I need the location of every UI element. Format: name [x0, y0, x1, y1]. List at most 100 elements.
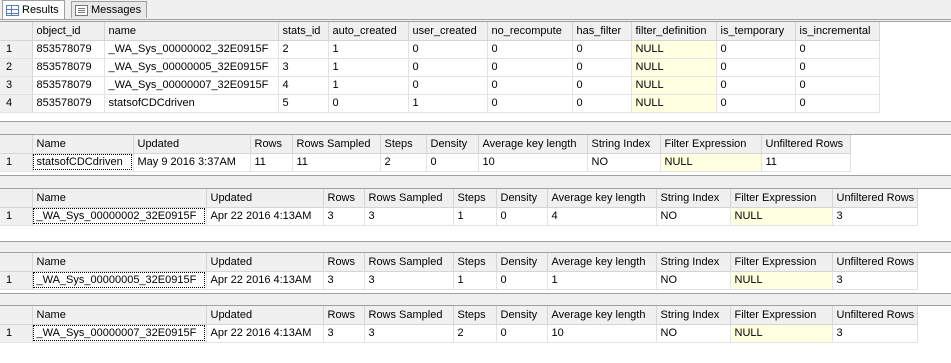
table-cell[interactable]: NULL [631, 76, 717, 95]
table-cell[interactable]: 4 [547, 207, 657, 226]
row-number[interactable]: 3 [0, 76, 33, 95]
table-cell[interactable]: 1 [453, 207, 497, 226]
column-header-string-index[interactable]: String Index [656, 306, 731, 325]
column-header-is-incremental[interactable]: is_incremental [795, 22, 880, 41]
table-cell[interactable]: NO [587, 153, 661, 172]
table-cell[interactable]: 0 [795, 58, 880, 77]
table-cell[interactable]: 0 [572, 76, 632, 95]
table-cell[interactable]: _WA_Sys_00000007_32E0915F [104, 76, 279, 95]
column-header-filter-definition[interactable]: filter_definition [631, 22, 717, 41]
tab-results[interactable]: Results [2, 0, 65, 19]
row-number-header[interactable] [0, 135, 33, 154]
column-header-density[interactable]: Density [496, 306, 548, 325]
table-cell[interactable]: NO [656, 271, 731, 290]
table-cell[interactable]: NULL [730, 271, 833, 290]
table-cell[interactable]: 0 [496, 324, 548, 343]
column-header-name[interactable]: Name [32, 253, 207, 272]
column-header-name[interactable]: name [104, 22, 279, 41]
row-number[interactable]: 1 [0, 153, 33, 172]
table-row[interactable]: 1 statsofCDCdriven May 9 2016 3:37AM 11 11 2 0… [0, 153, 851, 172]
column-header-filter-expression[interactable]: Filter Expression [660, 135, 762, 154]
table-cell[interactable]: 0 [716, 40, 796, 59]
row-number-header[interactable] [0, 253, 33, 272]
column-header-rows[interactable]: Rows [323, 189, 365, 208]
table-cell[interactable]: Apr 22 2016 4:13AM [206, 207, 324, 226]
column-header-rows-sampled[interactable]: Rows Sampled [364, 189, 454, 208]
table-cell[interactable]: 0 [487, 76, 573, 95]
table-cell[interactable]: 11 [292, 153, 381, 172]
column-header-steps[interactable]: Steps [380, 135, 427, 154]
table-cell[interactable]: 0 [487, 58, 573, 77]
column-header-steps[interactable]: Steps [453, 189, 497, 208]
table-cell[interactable]: _WA_Sys_00000005_32E0915F [32, 271, 207, 290]
row-number[interactable]: 1 [0, 40, 33, 59]
table-cell[interactable]: 0 [496, 271, 548, 290]
table-cell[interactable]: 853578079 [32, 94, 105, 113]
table-cell[interactable]: 0 [408, 40, 488, 59]
row-number-header[interactable] [0, 306, 33, 325]
column-header-updated[interactable]: Updated [206, 253, 324, 272]
table-cell[interactable]: Apr 22 2016 4:13AM [206, 271, 324, 290]
column-header-string-index[interactable]: String Index [587, 135, 661, 154]
column-header-steps[interactable]: Steps [453, 306, 497, 325]
table-cell[interactable]: 2 [278, 40, 329, 59]
table-cell[interactable]: Apr 22 2016 4:13AM [206, 324, 324, 343]
table-cell[interactable]: 3 [832, 207, 918, 226]
column-header-updated[interactable]: Updated [206, 306, 324, 325]
table-row[interactable]: 4 853578079 statsofCDCdriven 5 0 1 0 0 NULL 0 0 [0, 94, 880, 113]
table-cell[interactable]: 3 [364, 324, 454, 343]
table-cell[interactable]: _WA_Sys_00000007_32E0915F [32, 324, 207, 343]
table-row[interactable]: 2 853578079 _WA_Sys_00000005_32E0915F 3 1 0 0 0… [0, 58, 880, 77]
table-cell[interactable]: 3 [364, 207, 454, 226]
row-number[interactable]: 1 [0, 324, 33, 343]
table-cell[interactable]: 0 [572, 40, 632, 59]
table-cell[interactable]: May 9 2016 3:37AM [133, 153, 251, 172]
table-cell[interactable]: 3 [832, 271, 918, 290]
column-header-steps[interactable]: Steps [453, 253, 497, 272]
column-header-filter-expression[interactable]: Filter Expression [730, 189, 833, 208]
table-cell[interactable]: 0 [795, 76, 880, 95]
table-cell[interactable]: 0 [408, 76, 488, 95]
table-cell[interactable]: 853578079 [32, 58, 105, 77]
column-header-object-id[interactable]: object_id [32, 22, 105, 41]
table-cell[interactable]: 3 [832, 324, 918, 343]
table-row[interactable]: 3 853578079 _WA_Sys_00000007_32E0915F 4 1 0 0 0… [0, 76, 880, 95]
row-number[interactable]: 4 [0, 94, 33, 113]
table-cell[interactable]: 0 [496, 207, 548, 226]
column-header-no-recompute[interactable]: no_recompute [487, 22, 573, 41]
column-header-name[interactable]: Name [32, 306, 207, 325]
table-cell[interactable]: 11 [250, 153, 293, 172]
table-cell[interactable]: NULL [730, 324, 833, 343]
column-header-unfiltered-rows[interactable]: Unfiltered Rows [832, 253, 918, 272]
row-number[interactable]: 2 [0, 58, 33, 77]
table-cell[interactable]: 0 [716, 76, 796, 95]
table-cell[interactable]: 2 [380, 153, 427, 172]
table-cell[interactable]: 1 [328, 76, 409, 95]
table-cell[interactable]: 1 [328, 58, 409, 77]
table-row[interactable]: 1 _WA_Sys_00000007_32E0915F Apr 22 2016 4:… [0, 324, 918, 343]
table-cell[interactable]: NULL [631, 94, 717, 113]
table-cell[interactable]: 1 [453, 271, 497, 290]
column-header-rows-sampled[interactable]: Rows Sampled [364, 253, 454, 272]
table-cell[interactable]: 2 [453, 324, 497, 343]
column-header-stats-id[interactable]: stats_id [278, 22, 329, 41]
column-header-name[interactable]: Name [32, 189, 207, 208]
table-cell[interactable]: 0 [487, 94, 573, 113]
column-header-auto-created[interactable]: auto_created [328, 22, 409, 41]
table-cell[interactable]: 3 [323, 207, 365, 226]
column-header-average-key-length[interactable]: Average key length [547, 253, 657, 272]
table-cell[interactable]: 0 [328, 94, 409, 113]
column-header-average-key-length[interactable]: Average key length [478, 135, 588, 154]
table-cell[interactable]: 3 [323, 271, 365, 290]
table-cell[interactable]: 0 [716, 58, 796, 77]
table-cell[interactable]: _WA_Sys_00000002_32E0915F [104, 40, 279, 59]
column-header-density[interactable]: Density [496, 189, 548, 208]
table-cell[interactable]: 0 [572, 58, 632, 77]
table-cell[interactable]: statsofCDCdriven [104, 94, 279, 113]
table-cell[interactable]: 0 [408, 58, 488, 77]
table-cell[interactable]: NULL [631, 40, 717, 59]
table-cell[interactable]: 1 [328, 40, 409, 59]
row-number[interactable]: 1 [0, 271, 33, 290]
column-header-rows-sampled[interactable]: Rows Sampled [292, 135, 381, 154]
row-number-header[interactable] [0, 22, 33, 41]
